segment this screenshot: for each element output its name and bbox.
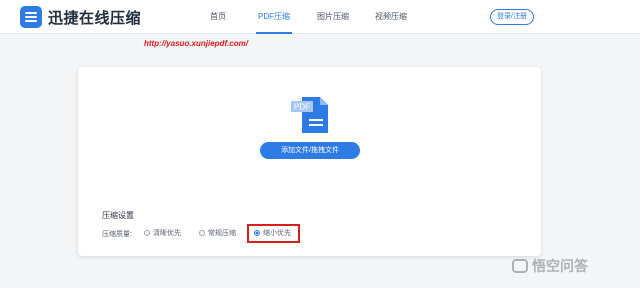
option-clarity-first[interactable]: 清晰优先 — [144, 228, 181, 238]
chat-bubble-icon — [512, 259, 528, 273]
quality-label: 压缩质量: — [102, 231, 132, 238]
nav-image-compress[interactable]: 图片压缩 — [315, 0, 351, 34]
nav-home[interactable]: 首页 — [205, 0, 231, 34]
option-normal-compress[interactable]: 常规压缩 — [199, 228, 236, 238]
settings-title: 压缩设置 — [102, 211, 134, 220]
watermark: 悟空问答 — [512, 256, 588, 276]
watermark-text: 悟空问答 — [532, 258, 588, 274]
top-header: 迅捷在线压缩 首页 PDF压缩 图片压缩 视频压缩 登录/注册 — [0, 0, 640, 34]
nav-pdf-compress[interactable]: PDF压缩 — [256, 0, 292, 34]
pdf-badge-label: PDF — [294, 103, 310, 112]
radio-button[interactable] — [199, 230, 205, 236]
logo[interactable]: 迅捷在线压缩 — [20, 6, 141, 28]
login-register-button[interactable]: 登录/注册 — [490, 9, 534, 25]
add-file-button[interactable]: 添加文件/拖拽文件 — [260, 142, 360, 159]
highlight-box — [247, 224, 300, 243]
pdf-file-icon[interactable]: PDF — [290, 95, 332, 135]
radio-button[interactable] — [144, 230, 150, 236]
app-name: 迅捷在线压缩 — [48, 9, 142, 27]
option-label: 清晰优先 — [153, 230, 181, 237]
nav-video-compress[interactable]: 视频压缩 — [373, 0, 409, 34]
compress-logo-icon — [20, 6, 42, 28]
option-label: 常规压缩 — [208, 230, 236, 237]
site-url-annotation: http://yasuo.xunjiepdf.com/ — [144, 39, 249, 48]
